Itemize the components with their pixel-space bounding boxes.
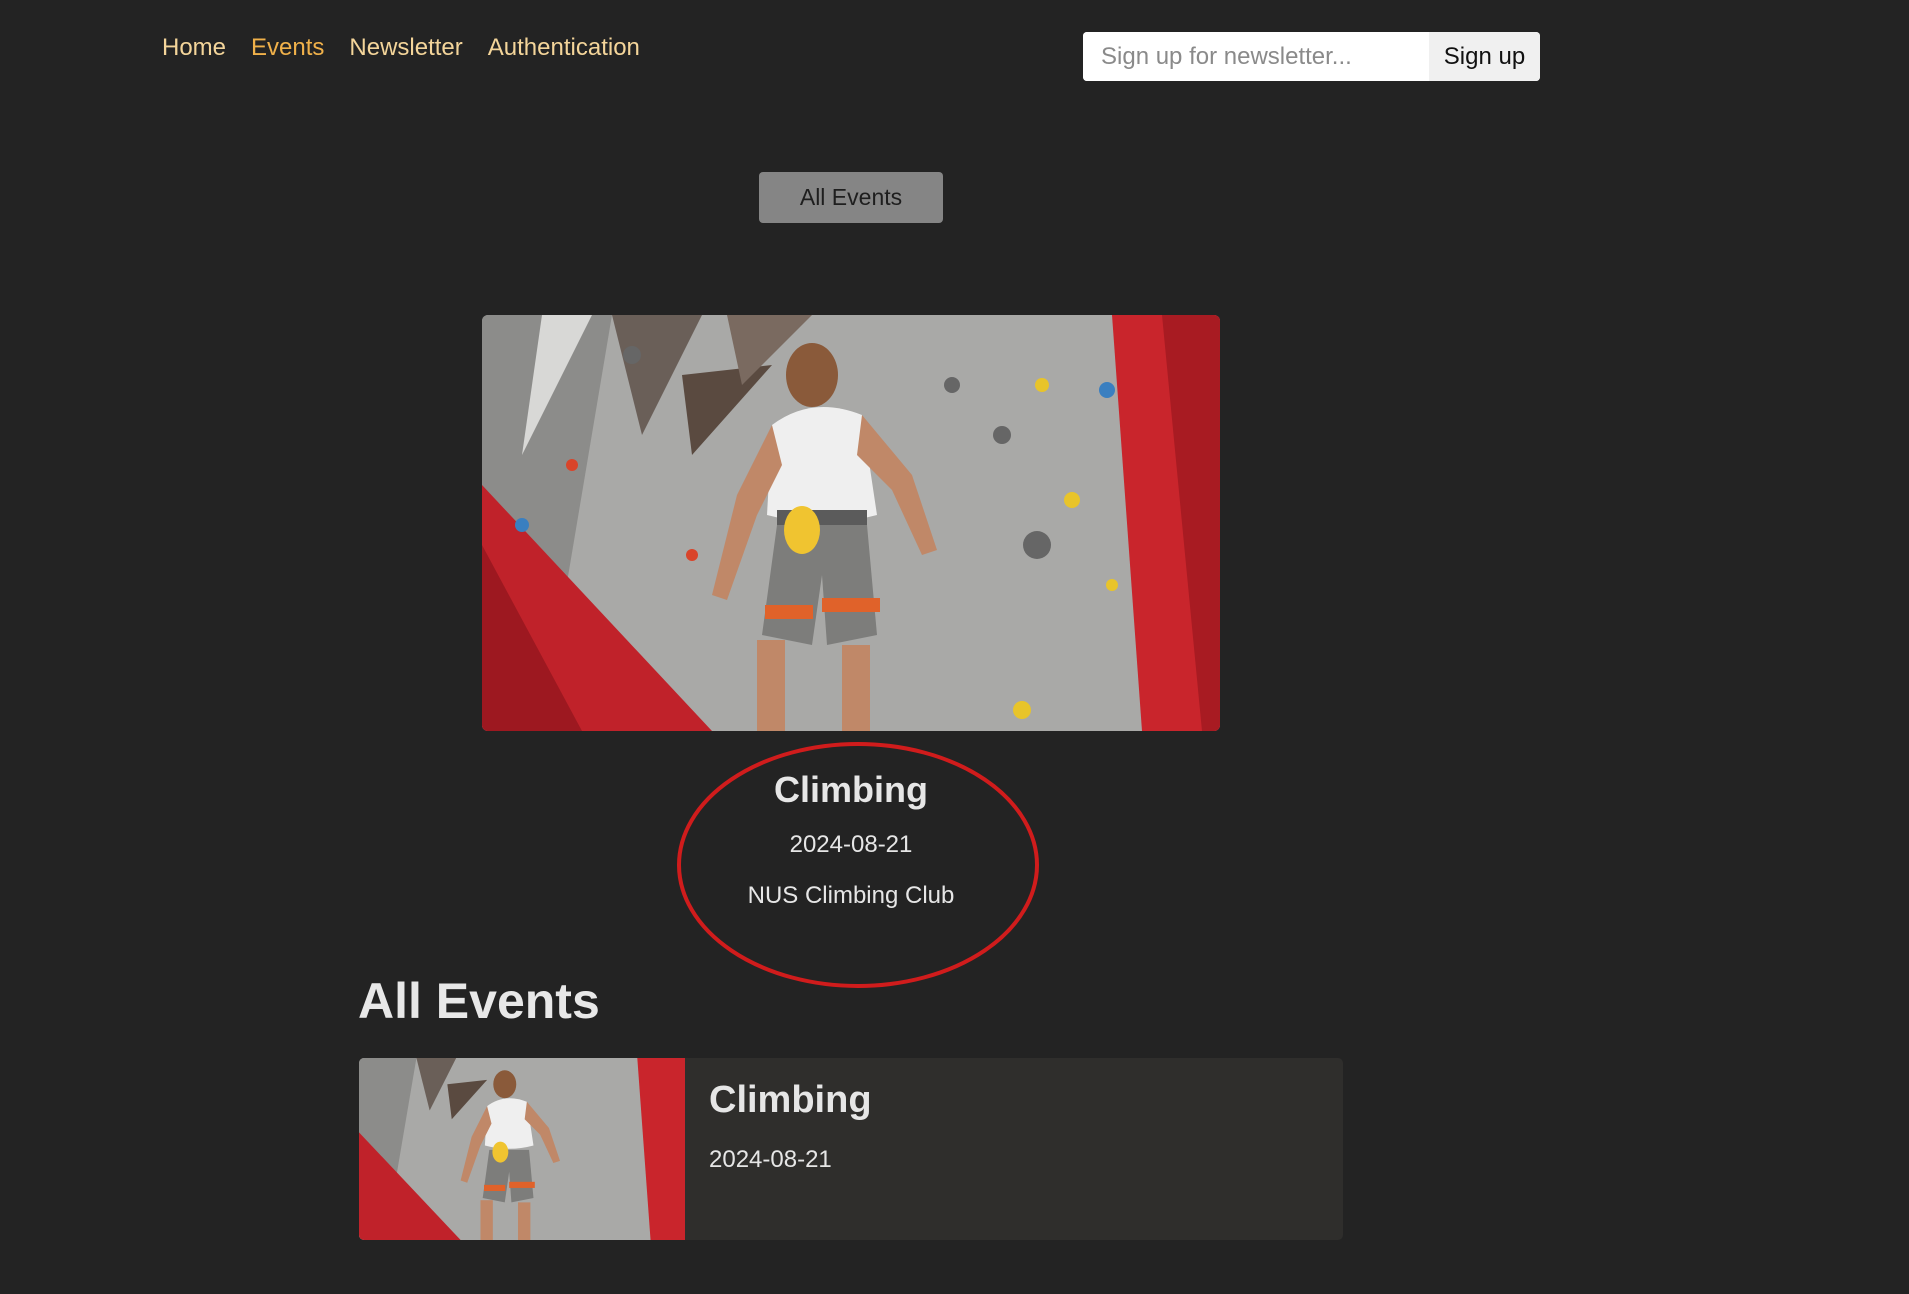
featured-event-date: 2024-08-21 (789, 831, 913, 858)
climbing-wall-illustration (482, 315, 1220, 731)
event-title: Climbing (709, 1079, 872, 1121)
nav-link-events[interactable]: Events (251, 34, 324, 62)
all-events-button[interactable]: All Events (759, 172, 943, 223)
nav-link-newsletter[interactable]: Newsletter (349, 34, 462, 62)
top-nav: Home Events Newsletter Authentication (162, 34, 640, 62)
featured-event-details: Climbing 2024-08-21 NUS Climbing Club (682, 760, 1020, 922)
featured-event-image[interactable] (482, 315, 1220, 731)
newsletter-signup-form: Sign up (1083, 32, 1540, 81)
event-date: 2024-08-21 (709, 1146, 832, 1173)
featured-event-organizer: NUS Climbing Club (747, 882, 955, 909)
climbing-thumbnail-illustration (359, 1058, 685, 1240)
page: Home Events Newsletter Authentication Si… (0, 0, 1909, 1294)
all-events-heading: All Events (358, 973, 600, 1029)
featured-event-title: Climbing (774, 769, 928, 810)
nav-link-authentication[interactable]: Authentication (488, 34, 640, 62)
newsletter-signup-button[interactable]: Sign up (1429, 32, 1540, 81)
event-info: Climbing 2024-08-21 (685, 1058, 872, 1240)
event-thumbnail (359, 1058, 685, 1240)
newsletter-email-input[interactable] (1083, 32, 1429, 81)
event-list-item[interactable]: Climbing 2024-08-21 (359, 1058, 1343, 1240)
nav-link-home[interactable]: Home (162, 34, 226, 62)
